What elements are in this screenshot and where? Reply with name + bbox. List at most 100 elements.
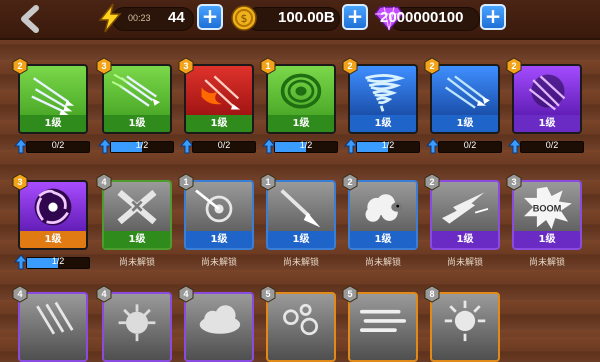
level-badge: 5 <box>259 285 277 303</box>
gem-value: 2000000100 <box>380 9 464 26</box>
level-badge: 2 <box>423 173 441 191</box>
gold-value: 100.00B <box>278 9 335 26</box>
card-level-label: 1级 <box>104 115 170 132</box>
vortex-icon <box>24 185 82 231</box>
level-badge: 2 <box>341 173 359 191</box>
level-badge-number: 3 <box>101 61 107 71</box>
progress-bar: 0/2 <box>520 140 584 153</box>
wind-icon <box>354 297 412 343</box>
tornado-icon <box>354 69 412 115</box>
level-badge: 2 <box>341 57 359 75</box>
level-badge-number: 2 <box>347 61 353 71</box>
level-badge-number: 1 <box>265 61 271 71</box>
boom-icon: BOOM <box>518 185 576 231</box>
progress-text: 1/2 <box>51 256 65 266</box>
upgrade-progress: 0/2 <box>508 138 586 154</box>
sun-burst-icon <box>436 297 494 343</box>
locked-label: 尚未解锁 <box>118 258 155 268</box>
level-badge-number: 2 <box>347 177 353 187</box>
card-level-label: 1级 <box>186 231 252 248</box>
card-level-label: 1级 <box>350 115 416 132</box>
card-level-label: 1级 <box>350 231 416 248</box>
level-badge-number: 3 <box>183 61 189 71</box>
progress-bar: 0/2 <box>26 140 90 153</box>
level-badge-number: 8 <box>429 289 435 299</box>
level-badge: 4 <box>11 285 29 303</box>
target-arrow-icon <box>190 185 248 231</box>
progress-text: 1/2 <box>381 140 395 150</box>
progress-bar: 1/2 <box>26 256 90 269</box>
level-badge: 4 <box>95 173 113 191</box>
energy-value: 44 <box>168 9 185 26</box>
card-level-label: 1级 <box>514 231 580 248</box>
progress-bar: 0/2 <box>438 140 502 153</box>
level-badge: 1 <box>177 173 195 191</box>
sheep-icon <box>354 185 412 231</box>
locked-label: 尚未解锁 <box>364 258 401 268</box>
add-gem-button[interactable]: + <box>480 4 506 30</box>
progress-bar: 1/2 <box>356 140 420 153</box>
progress-text: 1/2 <box>135 140 149 150</box>
add-gold-button[interactable]: + <box>342 4 368 30</box>
card-level-label: 1级 <box>268 115 334 132</box>
level-badge: 2 <box>11 57 29 75</box>
level-badge: 8 <box>423 285 441 303</box>
bubbles-icon <box>272 297 330 343</box>
level-badge-number: 1 <box>265 177 271 187</box>
triple-arrow-icon <box>24 69 82 115</box>
energy-timer: 00:23 <box>128 13 151 23</box>
upgrade-progress: 0/2 <box>14 138 92 154</box>
chevron-left-icon <box>21 5 39 33</box>
level-badge: 4 <box>95 285 113 303</box>
locked-label: 尚未解锁 <box>200 258 237 268</box>
level-badge-number: 2 <box>17 61 23 71</box>
upgrade-progress: 0/2 <box>180 138 258 154</box>
progress-text: 1/2 <box>299 140 313 150</box>
level-badge-number: 2 <box>429 61 435 71</box>
progress-text: 0/2 <box>51 140 65 150</box>
progress-bar: 1/2 <box>110 140 174 153</box>
locked-label: 尚未解锁 <box>446 258 483 268</box>
level-badge: 3 <box>177 57 195 75</box>
back-button[interactable] <box>16 4 46 34</box>
level-badge: 1 <box>259 57 277 75</box>
level-badge-number: 4 <box>183 289 189 299</box>
poison-ring-icon <box>272 69 330 115</box>
level-badge-number: 3 <box>511 177 517 187</box>
level-badge-number: 4 <box>101 177 107 187</box>
cross-blades-icon <box>108 185 166 231</box>
level-badge: 2 <box>505 57 523 75</box>
level-badge: 4 <box>177 285 195 303</box>
card-level-label: 1级 <box>432 115 498 132</box>
card-level-label: 1级 <box>104 231 170 248</box>
level-badge: 3 <box>505 173 523 191</box>
cloud-icon <box>190 297 248 343</box>
top-resource-bar: 00:23 44 + $ 100.00B + 2000000100 + <box>0 0 600 40</box>
upgrade-progress: 1/2 <box>344 138 422 154</box>
fast-arrows-icon <box>108 69 166 115</box>
card-level-label: 1级 <box>186 115 252 132</box>
upgrade-progress: 1/2 <box>98 138 176 154</box>
level-badge-number: 4 <box>17 289 23 299</box>
level-badge-number: 4 <box>101 289 107 299</box>
spear-arrow-icon <box>272 185 330 231</box>
lightning-arrow-icon <box>436 185 494 231</box>
level-badge-number: 5 <box>347 289 353 299</box>
fire-arrows-icon <box>190 69 248 115</box>
svg-text:BOOM: BOOM <box>533 204 562 214</box>
locked-label: 尚未解锁 <box>282 258 319 268</box>
level-badge-number: 1 <box>183 177 189 187</box>
level-badge: 3 <box>11 173 29 191</box>
arrow-rain-icon <box>24 297 82 343</box>
level-badge-number: 2 <box>429 177 435 187</box>
level-badge-number: 3 <box>17 177 23 187</box>
level-badge: 2 <box>423 57 441 75</box>
progress-text: 0/2 <box>463 140 477 150</box>
add-energy-button[interactable]: + <box>197 4 223 30</box>
level-badge: 1 <box>259 173 277 191</box>
shadow-arrows-icon <box>518 69 576 115</box>
level-badge: 3 <box>95 57 113 75</box>
progress-bar: 0/2 <box>192 140 256 153</box>
card-level-label: 1级 <box>268 231 334 248</box>
card-level-label: 1级 <box>20 231 86 248</box>
